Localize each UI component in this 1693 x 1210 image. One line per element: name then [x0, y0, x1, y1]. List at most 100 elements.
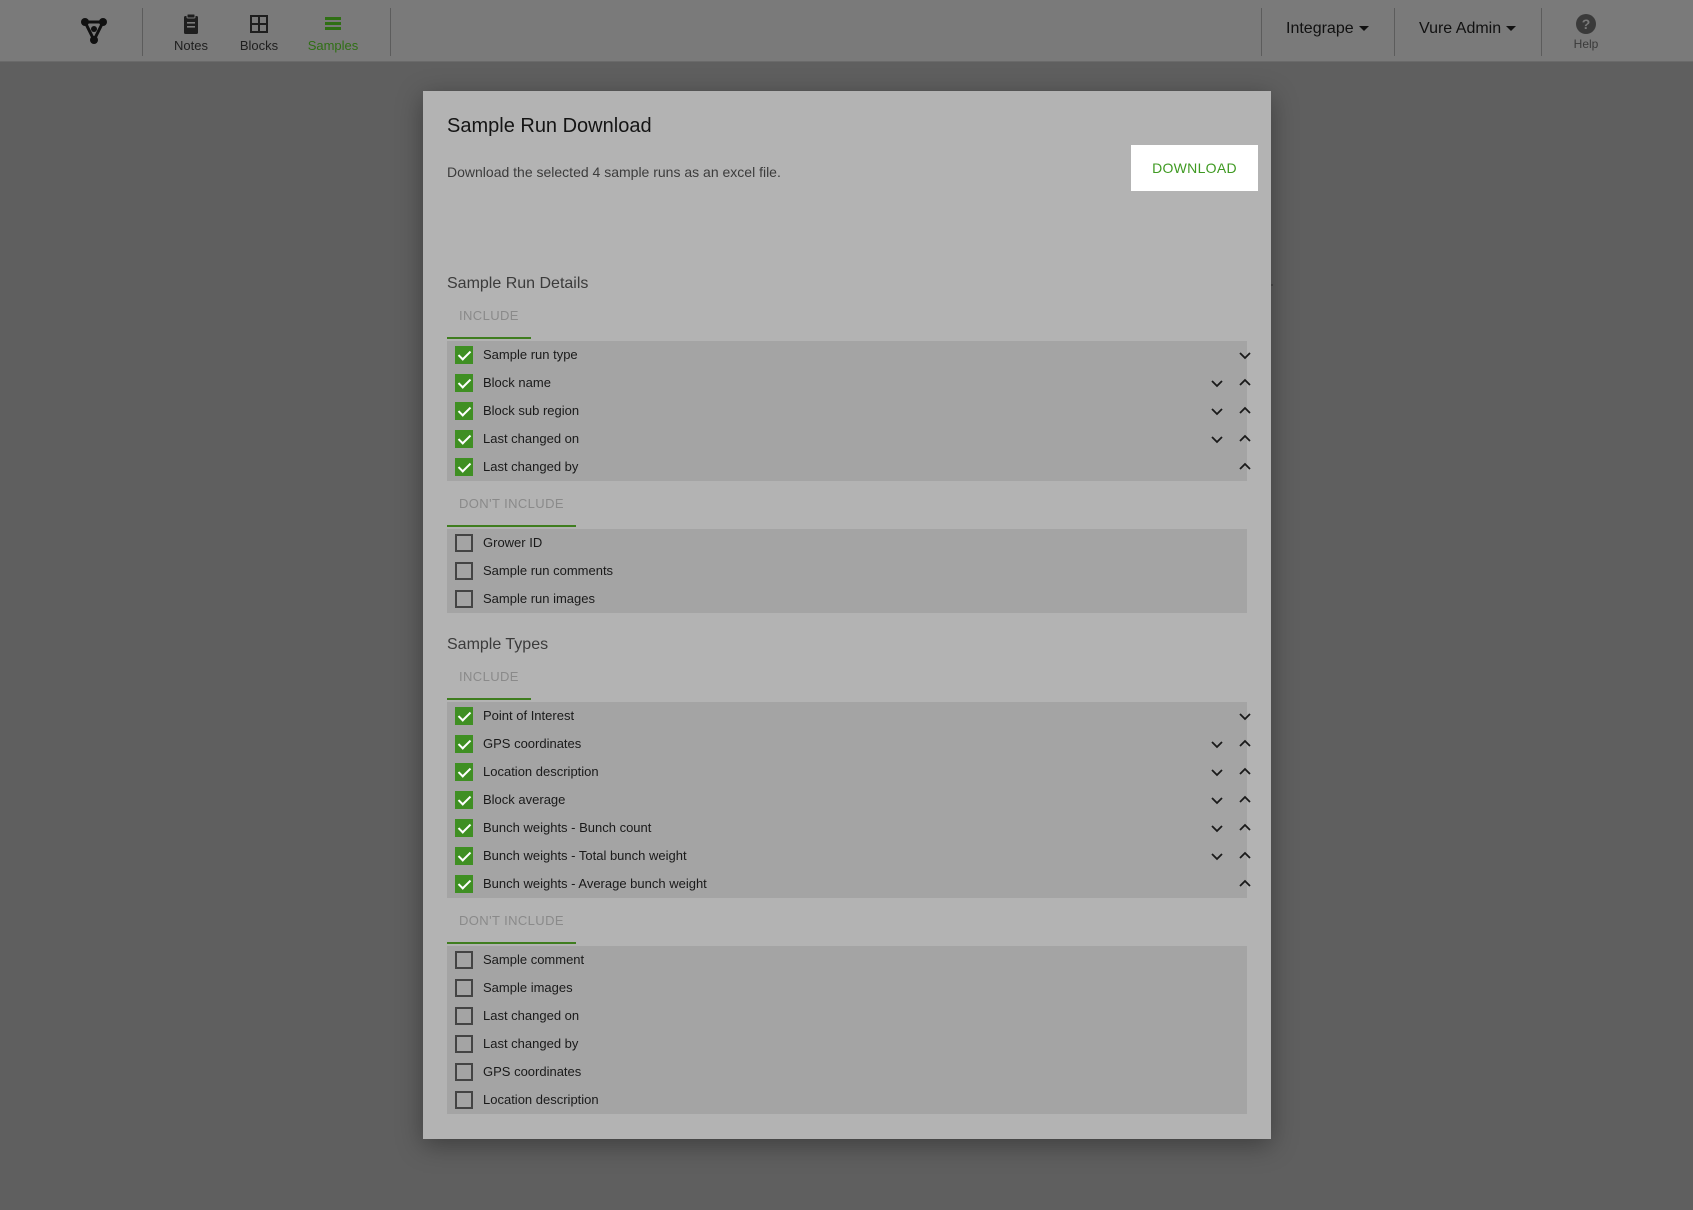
- checkbox[interactable]: [455, 847, 473, 865]
- include-header: INCLUDE: [447, 665, 531, 700]
- question-circle-icon: ?: [1575, 13, 1597, 35]
- list-item-label: Bunch weights - Average bunch weight: [483, 876, 707, 891]
- chevron-down-icon[interactable]: [1209, 736, 1225, 752]
- run-details-exclude-list: Grower ID Sample run comments Sample run i…: [447, 529, 1247, 613]
- include-header: INCLUDE: [447, 304, 531, 339]
- list-item-label: Sample run images: [483, 591, 595, 606]
- chevron-down-icon[interactable]: [1209, 375, 1225, 391]
- checkbox[interactable]: [455, 735, 473, 753]
- chevron-up-icon[interactable]: [1237, 403, 1253, 419]
- chevron-up-icon[interactable]: [1237, 876, 1253, 892]
- chevron-down-icon[interactable]: [1209, 848, 1225, 864]
- checkbox[interactable]: [455, 1091, 473, 1109]
- checkbox[interactable]: [455, 458, 473, 476]
- chevron-up-icon[interactable]: [1237, 792, 1253, 808]
- chevron-down-icon[interactable]: [1209, 792, 1225, 808]
- checkbox[interactable]: [455, 346, 473, 364]
- list-item-label: Last changed on: [483, 1008, 580, 1023]
- list-item-label: Sample images: [483, 980, 573, 995]
- app-logo-icon[interactable]: [79, 16, 109, 46]
- nav-divider: [390, 8, 391, 56]
- list-item-label: Grower ID: [483, 535, 543, 550]
- help-button[interactable]: ? Help: [1556, 13, 1616, 51]
- checkbox[interactable]: [455, 791, 473, 809]
- list-item-label: Location description: [483, 1092, 599, 1107]
- list-item: Last changed on: [447, 425, 1251, 453]
- download-button[interactable]: DOWNLOAD: [1131, 145, 1258, 191]
- list-item: Last changed by: [447, 1030, 1247, 1058]
- list-item-label: GPS coordinates: [483, 736, 582, 751]
- org-dropdown[interactable]: Integrape: [1286, 20, 1369, 38]
- list-item: Bunch weights - Bunch count: [447, 814, 1251, 842]
- checkbox[interactable]: [455, 707, 473, 725]
- list-item: Bunch weights - Average bunch weight: [447, 870, 1251, 898]
- chevron-down-icon[interactable]: [1209, 764, 1225, 780]
- chevron-up-icon[interactable]: [1237, 431, 1253, 447]
- checkbox[interactable]: [455, 979, 473, 997]
- nav-item-label: Notes: [174, 38, 208, 53]
- list-item: Block sub region: [447, 397, 1251, 425]
- list-item-label: Last changed by: [483, 459, 579, 474]
- nav-divider: [1394, 8, 1395, 56]
- checkbox[interactable]: [455, 819, 473, 837]
- chevron-up-icon[interactable]: [1237, 375, 1253, 391]
- chevron-up-icon[interactable]: [1237, 459, 1253, 475]
- exclude-header: DON'T INCLUDE: [447, 909, 576, 944]
- checkbox[interactable]: [455, 1035, 473, 1053]
- nav-divider: [1541, 8, 1542, 56]
- checkbox[interactable]: [455, 1063, 473, 1081]
- list-item-label: Sample run comments: [483, 563, 614, 578]
- chevron-up-icon[interactable]: [1237, 736, 1253, 752]
- checkbox[interactable]: [455, 875, 473, 893]
- top-navbar: Notes Blocks Samples Integrape Vure Admi…: [0, 0, 1693, 62]
- checkbox[interactable]: [455, 562, 473, 580]
- list-item: Bunch weights - Total bunch weight: [447, 842, 1251, 870]
- list-item: Location description: [447, 1086, 1247, 1114]
- checkbox[interactable]: [455, 763, 473, 781]
- modal-description: Download the selected 4 sample runs as a…: [447, 164, 781, 180]
- help-label: Help: [1573, 37, 1599, 51]
- checkbox[interactable]: [455, 590, 473, 608]
- checkbox[interactable]: [455, 951, 473, 969]
- chevron-down-icon[interactable]: [1209, 820, 1225, 836]
- exclude-header: DON'T INCLUDE: [447, 492, 576, 527]
- list-item: Last changed on: [447, 1002, 1247, 1030]
- nav-item-blocks[interactable]: Blocks: [224, 13, 294, 53]
- chevron-up-icon[interactable]: [1237, 764, 1253, 780]
- list-item: Last changed by: [447, 453, 1251, 481]
- chevron-down-icon[interactable]: [1209, 403, 1225, 419]
- modal-title: Sample Run Download: [447, 115, 652, 137]
- list-item-label: Block name: [483, 375, 551, 390]
- checkbox[interactable]: [455, 534, 473, 552]
- svg-text:?: ?: [1582, 16, 1591, 32]
- list-item-label: Last changed by: [483, 1036, 579, 1051]
- nav-item-notes[interactable]: Notes: [156, 13, 226, 53]
- run-details-include-list: Sample run type Block name Block sub regio…: [447, 341, 1251, 481]
- sample-types-exclude-list: Sample comment Sample images Last changed …: [447, 946, 1247, 1114]
- list-item: Sample run comments: [447, 557, 1247, 585]
- checkbox[interactable]: [455, 402, 473, 420]
- sample-run-download-modal: Sample Run Download Download the selecte…: [423, 91, 1271, 1139]
- chevron-up-icon[interactable]: [1237, 820, 1253, 836]
- list-icon: [322, 13, 344, 35]
- nav-item-samples[interactable]: Samples: [298, 13, 368, 53]
- list-item-label: Location description: [483, 764, 599, 779]
- list-item: GPS coordinates: [447, 730, 1251, 758]
- chevron-down-icon[interactable]: [1209, 431, 1225, 447]
- checkbox[interactable]: [455, 430, 473, 448]
- chevron-down-icon[interactable]: [1237, 708, 1253, 724]
- list-item-label: Sample run type: [483, 347, 578, 362]
- list-item-label: Point of Interest: [483, 708, 575, 723]
- list-item: Location description: [447, 758, 1251, 786]
- checkbox[interactable]: [455, 374, 473, 392]
- list-item-label: GPS coordinates: [483, 1064, 582, 1079]
- list-item: Block name: [447, 369, 1251, 397]
- user-dropdown[interactable]: Vure Admin: [1419, 20, 1517, 38]
- checkbox[interactable]: [455, 1007, 473, 1025]
- chevron-down-icon[interactable]: [1237, 347, 1253, 363]
- list-item-label: Bunch weights - Total bunch weight: [483, 848, 687, 863]
- section-title-run-details: Sample Run Details: [447, 275, 589, 292]
- clipboard-icon: [180, 13, 202, 35]
- chevron-up-icon[interactable]: [1237, 848, 1253, 864]
- nav-item-label: Samples: [307, 38, 359, 53]
